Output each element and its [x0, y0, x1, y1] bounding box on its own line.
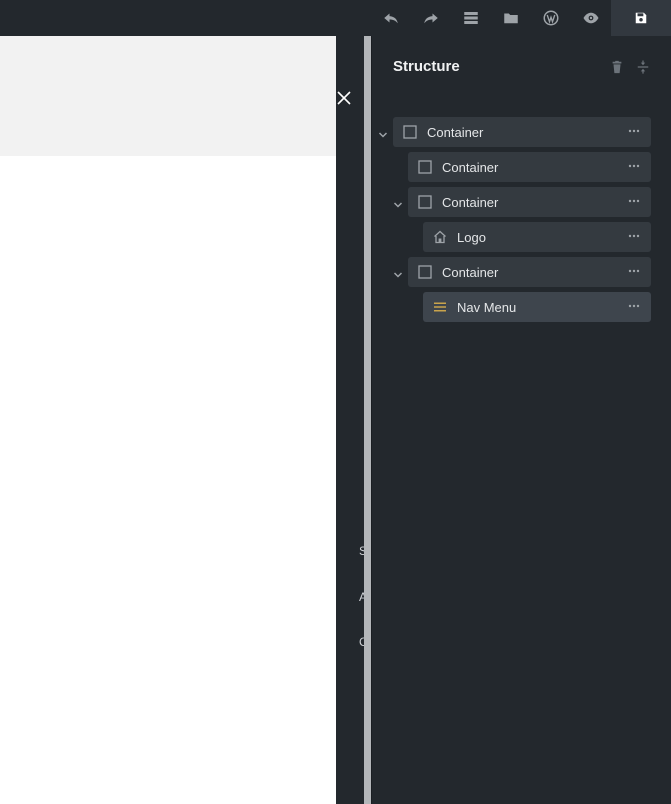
chevron-down-icon [393, 202, 403, 208]
structure-item-label: Logo [457, 230, 486, 245]
home-icon [433, 230, 447, 244]
collapse-all-button[interactable] [636, 60, 650, 74]
close-button[interactable] [336, 90, 352, 106]
more-options-button[interactable] [627, 194, 641, 208]
ellipsis-icon [628, 129, 640, 133]
templates-button[interactable] [451, 0, 491, 36]
structure-item-label: Container [442, 265, 499, 280]
menu-icon [433, 300, 447, 314]
container-icon [403, 125, 417, 139]
top-toolbar [0, 0, 671, 36]
structure-item-nav-menu[interactable]: Nav Menu [423, 292, 651, 322]
canvas-header-section[interactable] [0, 36, 336, 156]
redo-button[interactable] [411, 0, 451, 36]
wordpress-button[interactable] [531, 0, 571, 36]
structure-item-label: Container [427, 125, 484, 140]
structure-item-label: Nav Menu [457, 300, 517, 315]
ellipsis-icon [628, 199, 640, 203]
expand-toggle[interactable] [393, 267, 403, 278]
structure-item-container[interactable]: Container [408, 187, 651, 217]
offcanvas-menu: S A C [336, 90, 366, 804]
panel-resize-handle[interactable] [364, 36, 371, 804]
wordpress-icon [543, 10, 559, 26]
structure-panel: Structure Container Container Container … [371, 36, 671, 804]
container-icon [418, 195, 432, 209]
ellipsis-icon [628, 269, 640, 273]
delete-button[interactable] [610, 60, 624, 74]
pages-button[interactable] [491, 0, 531, 36]
chevron-down-icon [393, 272, 403, 278]
structure-item-logo[interactable]: Logo [423, 222, 651, 252]
more-options-button[interactable] [627, 264, 641, 278]
ellipsis-icon [628, 164, 640, 168]
redo-icon [424, 13, 438, 24]
structure-item-container[interactable]: Container [393, 117, 651, 147]
more-options-button[interactable] [627, 124, 641, 138]
folder-icon [504, 13, 518, 24]
close-icon [337, 91, 351, 105]
container-icon [418, 160, 432, 174]
structure-item-container[interactable]: Container [408, 152, 651, 182]
structure-item-label: Container [442, 195, 499, 210]
expand-toggle[interactable] [378, 127, 388, 138]
undo-button[interactable] [371, 0, 411, 36]
panel-title: Structure [393, 58, 460, 75]
expand-toggle[interactable] [393, 197, 403, 208]
eye-icon [583, 12, 599, 24]
ellipsis-icon [628, 234, 640, 238]
stack-icon [464, 12, 478, 24]
chevron-down-icon [378, 132, 388, 138]
structure-item-label: Container [442, 160, 499, 175]
container-icon [418, 265, 432, 279]
more-options-button[interactable] [627, 159, 641, 173]
trash-icon [612, 60, 622, 74]
save-icon [635, 12, 647, 24]
save-button[interactable] [611, 0, 671, 36]
ellipsis-icon [628, 304, 640, 308]
builder-canvas[interactable] [0, 36, 336, 804]
undo-icon [384, 13, 398, 24]
more-options-button[interactable] [627, 229, 641, 243]
preview-button[interactable] [571, 0, 611, 36]
more-options-button[interactable] [627, 299, 641, 313]
structure-item-container[interactable]: Container [408, 257, 651, 287]
collapse-icon [637, 60, 649, 74]
